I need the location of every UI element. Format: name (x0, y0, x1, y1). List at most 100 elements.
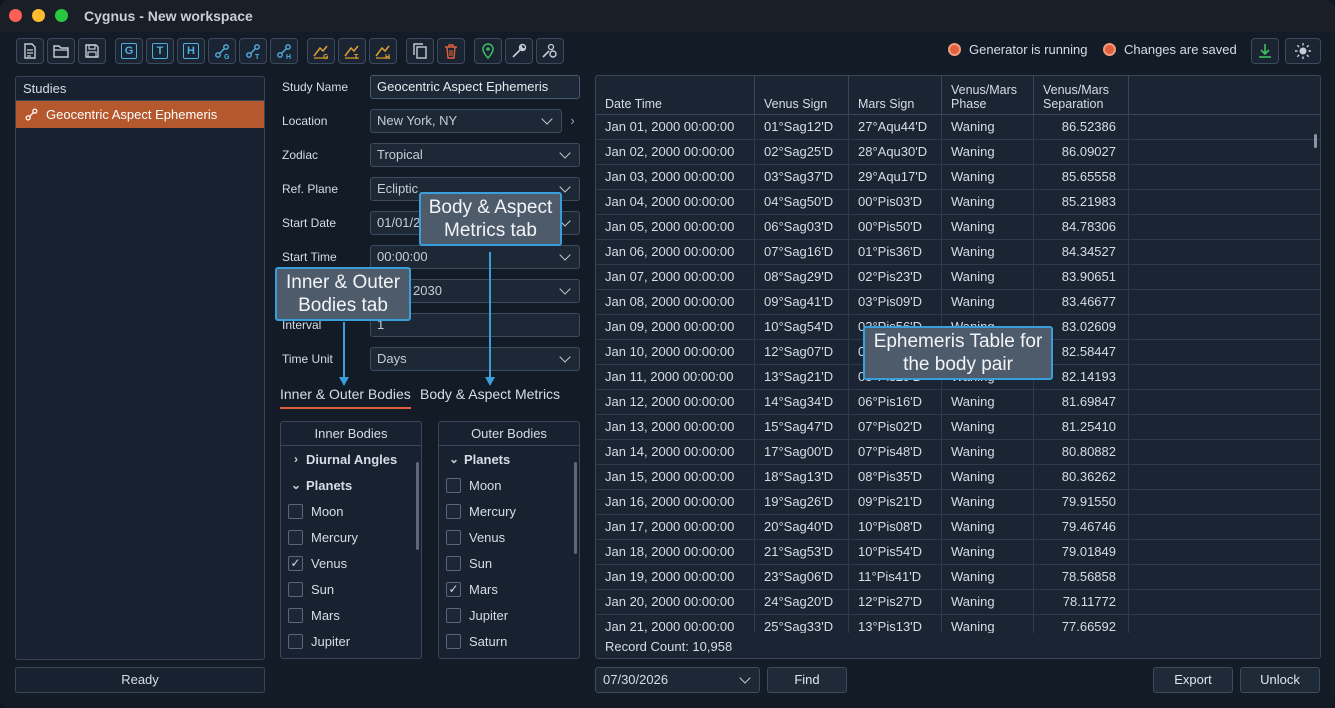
inner-bodies-scrollbar[interactable] (416, 462, 419, 550)
table-row[interactable]: Jan 18, 2000 00:00:00 21°Sag53'D 10°Pis54'… (596, 540, 1320, 565)
find-button[interactable]: Find (767, 667, 847, 693)
delete-button[interactable] (437, 38, 465, 64)
column-header[interactable]: Venus Sign (755, 76, 849, 115)
aspect-heliocentric-button[interactable]: H (270, 38, 298, 64)
inner-body-item[interactable]: Moon (281, 498, 421, 524)
outer-body-item[interactable]: Saturn (439, 628, 579, 654)
column-header[interactable]: Venus/Mars Phase (942, 76, 1034, 115)
location-button[interactable] (474, 38, 502, 64)
checkbox-checked[interactable]: ✓ (288, 555, 303, 571)
outer-bodies-scrollbar[interactable] (574, 462, 577, 554)
app-window: Cygnus - New workspace G T H G T H G T H… (0, 0, 1335, 708)
tree-group-planets[interactable]: ⌄ Planets (281, 472, 421, 498)
inner-body-item[interactable]: Sun (281, 576, 421, 602)
phase-cell: Waning (942, 565, 1034, 590)
table-row[interactable]: Jan 16, 2000 00:00:00 19°Sag26'D 09°Pis21'… (596, 490, 1320, 515)
minimize-window-button[interactable] (32, 9, 45, 22)
copy-button[interactable] (406, 38, 434, 64)
heliocentric-study-button[interactable]: H (177, 38, 205, 64)
group-label: Planets (464, 451, 511, 467)
table-row[interactable]: Jan 07, 2000 00:00:00 08°Sag29'D 02°Pis23'… (596, 265, 1320, 290)
mars-sign-cell: 09°Pis21'D (849, 490, 942, 515)
tab-inner-outer-bodies[interactable]: Inner & Outer Bodies (280, 386, 411, 409)
study-name-input[interactable]: Geocentric Aspect Ephemeris (370, 75, 580, 99)
table-row[interactable]: Jan 21, 2000 00:00:00 25°Sag33'D 13°Pis13'… (596, 615, 1320, 633)
table-row[interactable]: Jan 05, 2000 00:00:00 06°Sag03'D 00°Pis50'… (596, 215, 1320, 240)
checkbox[interactable] (288, 581, 303, 597)
outer-body-item[interactable]: Sun (439, 550, 579, 576)
table-row[interactable]: Jan 17, 2000 00:00:00 20°Sag40'D 10°Pis08'… (596, 515, 1320, 540)
outer-body-item[interactable]: Mercury (439, 498, 579, 524)
zoom-window-button[interactable] (55, 9, 68, 22)
checkbox-checked[interactable]: ✓ (446, 581, 461, 597)
location-select[interactable]: New York, NY (370, 109, 562, 133)
settings-button[interactable] (505, 38, 533, 64)
find-date-select[interactable]: 07/30/2026 (595, 667, 760, 693)
start-time-select[interactable]: 00:00:00 (370, 245, 580, 269)
topocentric-study-button[interactable]: T (146, 38, 174, 64)
inner-body-item[interactable]: Mars (281, 602, 421, 628)
body-label: Moon (311, 503, 344, 519)
table-row[interactable]: Jan 03, 2000 00:00:00 03°Sag37'D 29°Aqu17'… (596, 165, 1320, 190)
column-header[interactable]: Date Time (596, 76, 755, 115)
theme-toggle-button[interactable] (1285, 38, 1321, 64)
checkbox[interactable] (288, 607, 303, 623)
chart-geocentric-button[interactable]: G (307, 38, 335, 64)
table-row[interactable]: Jan 19, 2000 00:00:00 23°Sag06'D 11°Pis41'… (596, 565, 1320, 590)
column-header[interactable]: Venus/Mars Separation (1034, 76, 1129, 115)
checkbox[interactable] (288, 503, 303, 519)
zodiac-select[interactable]: Tropical (370, 143, 580, 167)
study-list-item[interactable]: Geocentric Aspect Ephemeris (16, 101, 264, 128)
unlock-button[interactable]: Unlock (1240, 667, 1320, 693)
time-unit-select[interactable]: Days (370, 347, 580, 371)
table-scrollbar[interactable] (1314, 134, 1317, 148)
table-row[interactable]: Jan 01, 2000 00:00:00 01°Sag12'D 27°Aqu44'… (596, 115, 1320, 140)
venus-sign-cell: 07°Sag16'D (755, 240, 849, 265)
table-row[interactable]: Jan 15, 2000 00:00:00 18°Sag13'D 08°Pis35'… (596, 465, 1320, 490)
aspect-topocentric-button[interactable]: T (239, 38, 267, 64)
table-row[interactable]: Jan 04, 2000 00:00:00 04°Sag50'D 00°Pis03'… (596, 190, 1320, 215)
chart-topocentric-button[interactable]: T (338, 38, 366, 64)
table-row[interactable]: Jan 14, 2000 00:00:00 17°Sag00'D 07°Pis48'… (596, 440, 1320, 465)
close-window-button[interactable] (9, 9, 22, 22)
inner-body-item[interactable]: Mercury (281, 524, 421, 550)
body-label: Mercury (311, 529, 358, 545)
checkbox[interactable] (446, 503, 461, 519)
tab-body-aspect-metrics[interactable]: Body & Aspect Metrics (420, 386, 560, 407)
open-folder-button[interactable] (47, 38, 75, 64)
table-row[interactable]: Jan 12, 2000 00:00:00 14°Sag34'D 06°Pis16'… (596, 390, 1320, 415)
inner-body-item[interactable]: ✓ Venus (281, 550, 421, 576)
table-row[interactable]: Jan 08, 2000 00:00:00 09°Sag41'D 03°Pis09'… (596, 290, 1320, 315)
outer-body-item[interactable]: Moon (439, 472, 579, 498)
checkbox[interactable] (446, 607, 461, 623)
column-header[interactable]: Mars Sign (849, 76, 942, 115)
aspect-geocentric-button[interactable]: G (208, 38, 236, 64)
outer-body-item[interactable]: ✓ Mars (439, 576, 579, 602)
inner-body-item[interactable]: Jupiter (281, 628, 421, 654)
checkbox[interactable] (446, 633, 461, 649)
chevron-down-icon[interactable]: ⌄ (286, 478, 306, 492)
checkbox[interactable] (446, 529, 461, 545)
table-row[interactable]: Jan 20, 2000 00:00:00 24°Sag20'D 12°Pis27'… (596, 590, 1320, 615)
checkbox[interactable] (288, 633, 303, 649)
outer-body-item[interactable]: Venus (439, 524, 579, 550)
outer-body-item[interactable]: Jupiter (439, 602, 579, 628)
download-button[interactable] (1251, 38, 1279, 64)
chart-heliocentric-button[interactable]: H (369, 38, 397, 64)
checkbox[interactable] (446, 555, 461, 571)
checkbox[interactable] (446, 477, 461, 493)
save-button[interactable] (78, 38, 106, 64)
table-row[interactable]: Jan 02, 2000 00:00:00 02°Sag25'D 28°Aqu30'… (596, 140, 1320, 165)
table-row[interactable]: Jan 06, 2000 00:00:00 07°Sag16'D 01°Pis36'… (596, 240, 1320, 265)
chevron-right-icon[interactable]: › (286, 452, 306, 466)
geocentric-study-button[interactable]: G (115, 38, 143, 64)
tree-group-planets[interactable]: ⌄ Planets (439, 446, 579, 472)
chevron-down-icon[interactable]: ⌄ (444, 452, 464, 466)
checkbox[interactable] (288, 529, 303, 545)
advanced-settings-button[interactable] (536, 38, 564, 64)
tree-group-diurnal-angles[interactable]: › Diurnal Angles (281, 446, 421, 472)
new-document-button[interactable] (16, 38, 44, 64)
chevron-right-icon[interactable]: › (565, 110, 580, 134)
table-row[interactable]: Jan 13, 2000 00:00:00 15°Sag47'D 07°Pis02'… (596, 415, 1320, 440)
export-button[interactable]: Export (1153, 667, 1233, 693)
